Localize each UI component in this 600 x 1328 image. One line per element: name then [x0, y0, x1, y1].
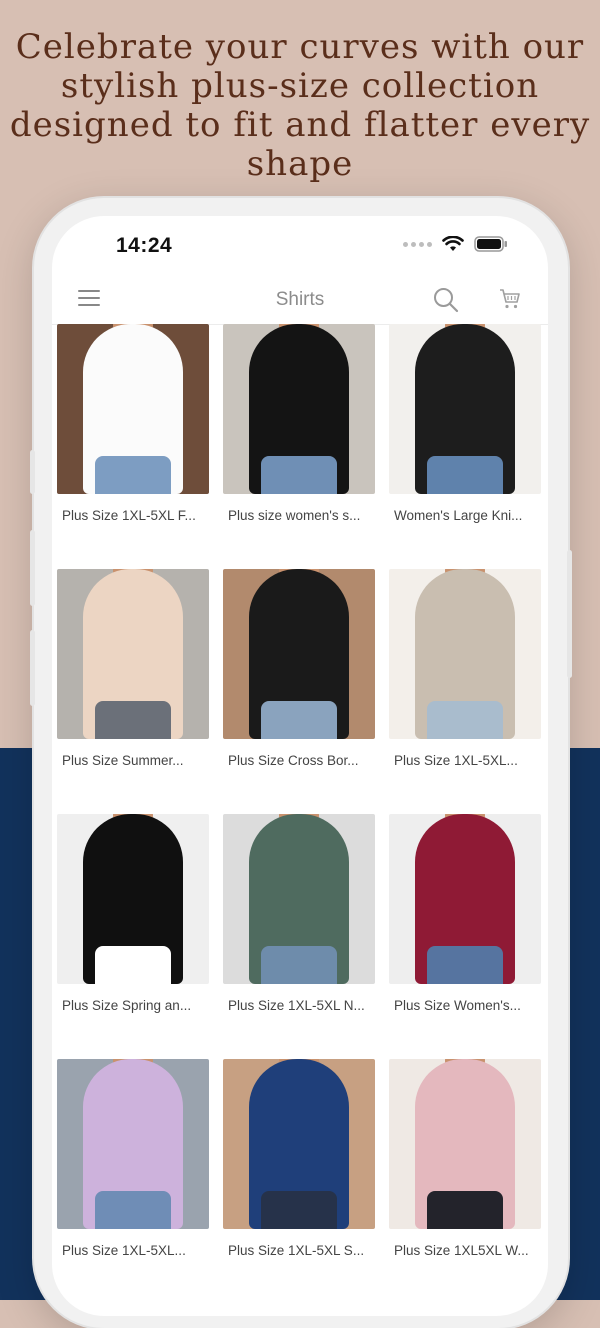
product-image[interactable]: [389, 324, 541, 494]
product-title[interactable]: Plus Size 1XL-5XL F...: [62, 508, 207, 523]
product-card[interactable]: Women's Large Kni...: [389, 324, 541, 569]
product-image[interactable]: [223, 569, 375, 739]
product-title[interactable]: Plus Size 1XL-5XL...: [62, 1243, 207, 1258]
product-title[interactable]: Plus Size 1XL-5XL N...: [228, 998, 373, 1013]
product-title[interactable]: Plus Size 1XL5XL W...: [394, 1243, 539, 1258]
cart-icon[interactable]: [498, 287, 522, 311]
product-card[interactable]: Plus Size Women's...: [389, 814, 541, 1059]
product-title[interactable]: Plus Size 1XL-5XL...: [394, 753, 539, 768]
product-title[interactable]: Plus Size Summer...: [62, 753, 207, 768]
product-title[interactable]: Plus Size Cross Bor...: [228, 753, 373, 768]
product-title[interactable]: Plus Size Spring an...: [62, 998, 207, 1013]
product-image[interactable]: [57, 569, 209, 739]
product-card[interactable]: Plus Size 1XL-5XL N...: [223, 814, 375, 1059]
volume-up-button-2: [30, 530, 35, 606]
status-bar: 14:24: [52, 216, 548, 276]
product-card[interactable]: Plus Size Cross Bor...: [223, 569, 375, 814]
product-grid: Plus Size 1XL-5XL F... Plus size women's …: [57, 324, 547, 1304]
product-title[interactable]: Plus Size 1XL-5XL S...: [228, 1243, 373, 1258]
product-card[interactable]: Plus Size 1XL5XL W...: [389, 1059, 541, 1304]
power-button: [567, 550, 572, 678]
product-image[interactable]: [223, 324, 375, 494]
promo-headline: Celebrate your curves with our stylish p…: [9, 27, 591, 184]
volume-down-button: [30, 630, 35, 706]
wifi-icon: [442, 236, 464, 251]
product-image[interactable]: [57, 1059, 209, 1229]
product-image[interactable]: [57, 324, 209, 494]
signal-icon: [403, 241, 432, 247]
product-title[interactable]: Plus Size Women's...: [394, 998, 539, 1013]
product-image[interactable]: [223, 1059, 375, 1229]
product-image[interactable]: [389, 814, 541, 984]
product-title[interactable]: Plus size women's s...: [228, 508, 373, 523]
search-icon[interactable]: [432, 286, 460, 314]
product-card[interactable]: Plus Size 1XL-5XL...: [57, 1059, 209, 1304]
product-image[interactable]: [57, 814, 209, 984]
product-image[interactable]: [389, 1059, 541, 1229]
status-time: 14:24: [116, 234, 173, 257]
product-image[interactable]: [389, 569, 541, 739]
product-card[interactable]: Plus size women's s...: [223, 324, 375, 569]
product-card[interactable]: Plus Size Summer...: [57, 569, 209, 814]
battery-icon: [474, 236, 507, 252]
nav-bar: Shirts: [52, 276, 548, 325]
page-title: Shirts: [275, 289, 325, 310]
product-card[interactable]: Plus Size 1XL-5XL F...: [57, 324, 209, 569]
product-title[interactable]: Women's Large Kni...: [394, 508, 539, 523]
phone-screen: 14:24 Shirts Plus Size 1XL-5XL F... Plus…: [52, 216, 548, 1316]
product-card[interactable]: Plus Size 1XL-5XL...: [389, 569, 541, 814]
volume-up-button: [30, 450, 35, 494]
status-icons: [403, 236, 508, 252]
product-image[interactable]: [223, 814, 375, 984]
product-card[interactable]: Plus Size Spring an...: [57, 814, 209, 1059]
product-card[interactable]: Plus Size 1XL-5XL S...: [223, 1059, 375, 1304]
